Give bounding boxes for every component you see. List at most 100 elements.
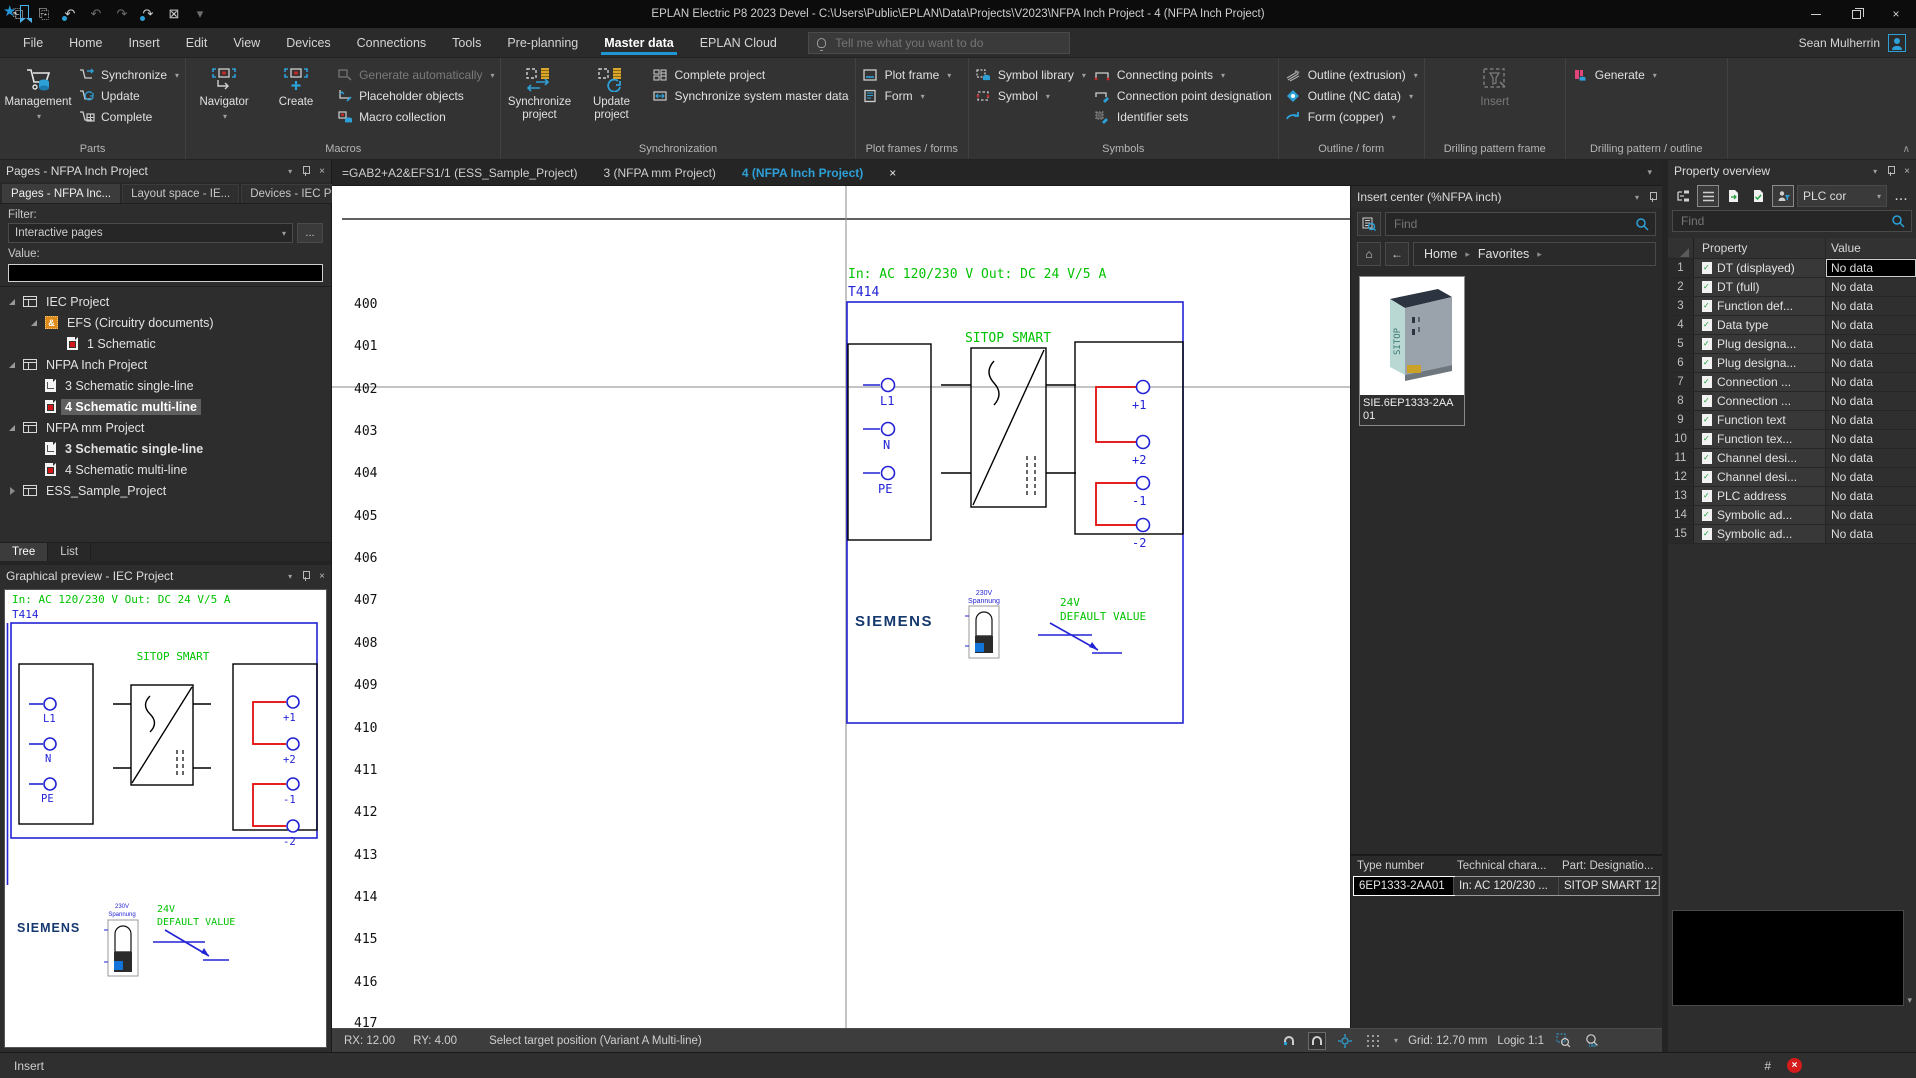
part-row[interactable]: 6EP1333-2AA01 In: AC 120/230 ... SITOP S… — [1353, 876, 1660, 896]
close-icon[interactable]: × — [319, 571, 325, 582]
menu-file[interactable]: File — [10, 28, 56, 57]
home-button[interactable]: ⌂ — [1357, 242, 1381, 266]
undo-icon[interactable]: ↶ — [60, 5, 80, 23]
ribbon-collapse-icon[interactable]: ∧ — [1903, 144, 1910, 155]
breadcrumb-home[interactable]: Home — [1424, 247, 1457, 261]
tab-close-icon[interactable]: × — [889, 166, 896, 180]
tree-item-nfpa-inch-project[interactable]: NFPA Inch Project — [0, 354, 331, 375]
expander-icon[interactable] — [8, 360, 18, 370]
outline-nc-data-button[interactable]: Outline (NC data)▾ — [1285, 87, 1418, 105]
property-row[interactable]: 9Function textNo data — [1668, 411, 1916, 430]
editor-tab-nfpa-mm[interactable]: 3 (NFPA mm Project) — [603, 166, 715, 180]
breadcrumb[interactable]: Home ▸ Favorites ▸ — [1413, 242, 1656, 266]
undo-list-icon[interactable]: ↶ — [86, 5, 106, 23]
property-row[interactable]: 15Symbolic ad...No data — [1668, 525, 1916, 544]
drilling-insert-button[interactable]: Insert — [1463, 62, 1527, 109]
macro-collection-button[interactable]: Macro collection — [336, 108, 494, 126]
tell-me-input[interactable] — [833, 35, 1061, 51]
property-row[interactable]: 8Connection ...No data — [1668, 392, 1916, 411]
menu-home[interactable]: Home — [56, 28, 115, 57]
quick-access-dropdown-icon[interactable]: ▾ — [190, 5, 210, 23]
redo-icon[interactable]: ↷ — [138, 5, 158, 23]
connection-point-designation-button[interactable]: Connection point designation — [1094, 87, 1272, 105]
property-row[interactable]: 14Symbolic ad...No data — [1668, 506, 1916, 525]
editor-tab-nfpa-inch[interactable]: 4 (NFPA Inch Project) — [742, 166, 863, 180]
menu-master-data[interactable]: Master data — [591, 28, 686, 57]
back-button[interactable]: ← — [1385, 242, 1409, 266]
user-avatar-icon[interactable] — [1888, 34, 1906, 52]
pin-icon[interactable] — [302, 166, 309, 176]
pin-icon[interactable] — [302, 571, 309, 581]
object-snap-icon[interactable] — [1336, 1032, 1354, 1050]
property-row[interactable]: 4Data typeNo data — [1668, 316, 1916, 335]
property-row[interactable]: 11Channel desi...No data — [1668, 449, 1916, 468]
panel-menu-icon[interactable]: ▾ — [288, 572, 292, 581]
tab-pages[interactable]: Pages - NFPA Inc... — [2, 184, 120, 203]
editor-tab-ess-sample[interactable]: =GAB2+A2&EFS1/1 (ESS_Sample_Project) — [342, 166, 577, 180]
property-row[interactable]: 12Channel desi...No data — [1668, 468, 1916, 487]
scroll-down-icon[interactable]: ▾ — [1907, 995, 1912, 1006]
tree-item-4-schematic-multi-line-inch[interactable]: 4 Schematic multi-line — [0, 396, 331, 417]
col-property[interactable]: Property — [1694, 238, 1826, 258]
generate-button[interactable]: Generate▾ — [1572, 66, 1657, 84]
scheme-more-button[interactable]: ... — [1890, 185, 1912, 207]
hash-icon[interactable]: # — [1764, 1059, 1771, 1073]
panel-menu-icon[interactable]: ▾ — [1873, 167, 1877, 176]
macro-create-button[interactable]: Create — [264, 62, 328, 109]
minimize-button[interactable] — [1796, 0, 1836, 28]
col-type-number[interactable]: Type number — [1351, 860, 1451, 872]
zoom-window-icon[interactable] — [1554, 1032, 1572, 1050]
zoom-total-icon[interactable]: 100 — [1582, 1032, 1600, 1050]
synchronize-parts-button[interactable]: Synchronize▾ — [78, 66, 179, 84]
pin-icon[interactable] — [1887, 166, 1894, 176]
col-part-designation[interactable]: Part: Designatio... — [1556, 860, 1662, 872]
tree-item-iec-project[interactable]: IEC Project — [0, 291, 331, 312]
expander-icon[interactable] — [8, 486, 18, 496]
filter-more-button[interactable]: ... — [297, 223, 323, 243]
snap-icon[interactable] — [1280, 1032, 1298, 1050]
placed-macro[interactable]: In: AC 120/230 V Out: DC 24 V/5 A T414 L… — [847, 267, 1183, 723]
menu-connections[interactable]: Connections — [344, 28, 440, 57]
menu-eplan-cloud[interactable]: EPLAN Cloud — [687, 28, 790, 57]
cancel-action-icon[interactable]: ⊠ — [164, 5, 184, 23]
tree-view-icon[interactable] — [1672, 185, 1694, 207]
panel-menu-icon[interactable]: ▾ — [288, 167, 292, 176]
expander-icon[interactable] — [8, 423, 18, 433]
tree-item-efs[interactable]: &EFS (Circuitry documents) — [0, 312, 331, 333]
col-technical-characteristics[interactable]: Technical chara... — [1451, 860, 1556, 872]
macro-navigator-button[interactable]: Navigator▾ — [192, 62, 256, 121]
insert-center-find[interactable] — [1385, 212, 1656, 236]
panel-menu-icon[interactable]: ▾ — [1635, 193, 1639, 202]
grid-dropdown-icon[interactable]: ▾ — [1394, 1036, 1398, 1045]
scheme-combo[interactable]: PLC cor ▾ — [1797, 185, 1887, 207]
tree-item-1-schematic[interactable]: 1 Schematic — [0, 333, 331, 354]
connecting-points-button[interactable]: Connecting points▾ — [1094, 66, 1272, 84]
outline-extrusion-button[interactable]: Outline (extrusion)▾ — [1285, 66, 1418, 84]
expander-icon[interactable] — [8, 297, 18, 307]
breadcrumb-favorites[interactable]: Favorites — [1478, 247, 1529, 261]
property-find[interactable] — [1672, 210, 1912, 232]
property-row[interactable]: 6Plug designa...No data — [1668, 354, 1916, 373]
property-row[interactable]: 2DT (full)No data — [1668, 278, 1916, 297]
tree-view-tab[interactable]: Tree — [0, 543, 48, 561]
paste-properties-icon[interactable] — [1747, 185, 1769, 207]
property-detail-box[interactable] — [1672, 910, 1904, 1006]
next-page-icon[interactable]: ⎘ — [34, 5, 54, 23]
close-icon[interactable]: × — [1904, 166, 1910, 177]
part-tile[interactable]: SITOP ★ SIE.6EP1333-2AA 0 — [1359, 276, 1465, 426]
tell-me-search[interactable] — [808, 32, 1070, 54]
pin-icon[interactable] — [1649, 192, 1656, 202]
close-icon[interactable]: × — [319, 166, 325, 177]
notification-close-icon[interactable]: × — [1787, 1058, 1802, 1073]
property-row[interactable]: 10Function tex...No data — [1668, 430, 1916, 449]
generate-automatically-button[interactable]: Generate automatically▾ — [336, 66, 494, 84]
list-view-tab[interactable]: List — [48, 543, 91, 561]
management-button[interactable]: Management▾ — [6, 62, 70, 121]
identifier-sets-button[interactable]: Identifier sets — [1094, 108, 1272, 126]
favorite-star-icon[interactable]: ★ — [3, 2, 16, 20]
menu-view[interactable]: View — [220, 28, 273, 57]
update-project-button[interactable]: Update project — [579, 62, 643, 122]
property-row[interactable]: 1DT (displayed)No data — [1668, 259, 1916, 278]
redo-list-icon[interactable]: ↷ — [112, 5, 132, 23]
tree-item-ess-sample-project[interactable]: ESS_Sample_Project — [0, 480, 331, 501]
